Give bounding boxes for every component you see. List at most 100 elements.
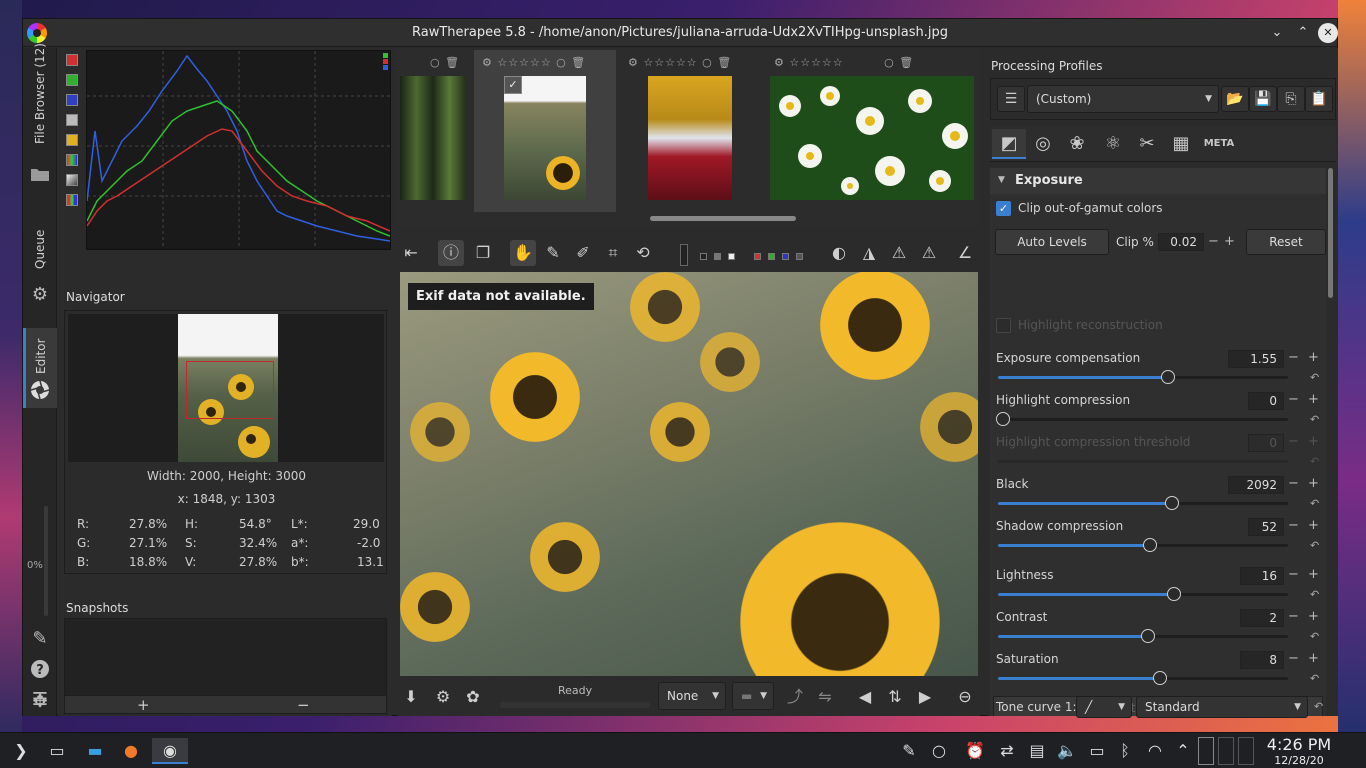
straighten-icon[interactable]: ⟲ — [630, 240, 656, 266]
saturation-slider[interactable] — [998, 671, 1288, 685]
color-picker-icon[interactable]: ✐ — [570, 240, 596, 266]
navigator-view[interactable] — [68, 314, 384, 462]
bar-display-toggle[interactable] — [66, 174, 78, 186]
white-balance-picker-icon[interactable]: ✎ — [540, 240, 566, 266]
remove-snapshot-button[interactable]: − — [297, 696, 310, 714]
folder-icon[interactable] — [29, 166, 51, 188]
tab-color-icon[interactable]: ❀ — [1060, 129, 1094, 159]
blue-channel-toggle[interactable] — [66, 94, 78, 106]
before-after-icon[interactable]: ❐ — [470, 240, 496, 266]
application-launcher-icon[interactable]: ❯ — [8, 738, 34, 764]
tab-transform-icon[interactable]: ✂ — [1130, 129, 1164, 159]
info-icon[interactable]: ⓘ — [438, 240, 464, 266]
zoom-out-icon[interactable]: ⊖ — [952, 684, 978, 710]
highlight-reconstruction-checkbox[interactable] — [996, 318, 1011, 333]
saturation-value[interactable]: 8 — [1240, 651, 1284, 669]
rawtherapee-task-icon[interactable]: ◉ — [152, 738, 188, 764]
raw-histogram-toggle[interactable] — [66, 154, 78, 166]
expand-tray-icon[interactable]: ⌃ — [1170, 738, 1196, 764]
profile-select[interactable]: None ▼ — [658, 682, 726, 710]
filmstrip-scrollbar[interactable] — [650, 216, 796, 221]
help-icon[interactable]: ? — [29, 659, 51, 681]
desktop-pager-2[interactable] — [1218, 737, 1234, 765]
tab-editor[interactable]: Editor — [23, 328, 57, 408]
thumbnail-1[interactable]: ○ 🗑 — [398, 50, 470, 212]
rotate-left-icon[interactable]: ⤴ — [782, 684, 808, 710]
minimize-button[interactable]: ⌄ — [1267, 23, 1287, 43]
red-channel-toggle[interactable] — [66, 54, 78, 66]
profile-list-icon[interactable]: ☰ — [997, 86, 1025, 112]
tone-curve-type-select[interactable]: ╱ ▼ — [1076, 696, 1132, 718]
reset-default-icon[interactable]: ↶ — [1310, 371, 1319, 384]
decrement-button[interactable]: − — [1288, 609, 1299, 624]
tab-queue[interactable]: Queue — [23, 203, 57, 273]
bluetooth-icon[interactable]: ᛒ — [1112, 738, 1138, 764]
clip-increment-button[interactable]: + — [1224, 234, 1235, 249]
highlight-compression-value[interactable]: 0 — [1248, 392, 1284, 410]
contrast-slider[interactable] — [998, 629, 1288, 643]
slider-knob[interactable] — [1143, 538, 1157, 552]
battery-icon[interactable]: ▭ — [1084, 738, 1110, 764]
increment-button[interactable]: + — [1308, 609, 1319, 624]
green-channel-toggle[interactable] — [66, 74, 78, 86]
rgb-bar-toggle[interactable] — [66, 194, 78, 206]
add-snapshot-button[interactable]: + — [137, 696, 150, 714]
increment-button[interactable]: + — [1308, 518, 1319, 533]
lightness-value[interactable]: 16 — [1240, 567, 1284, 585]
preview-mode-toggle[interactable] — [680, 244, 688, 266]
decrement-button[interactable]: − — [1288, 476, 1299, 491]
reset-default-icon[interactable]: ↶ — [1310, 539, 1319, 552]
send-to-queue-icon[interactable]: ⚙ — [430, 684, 456, 710]
clipboard-icon[interactable]: ▤ — [1024, 738, 1050, 764]
close-button[interactable]: ✕ — [1318, 23, 1338, 43]
increment-button[interactable]: + — [1308, 434, 1319, 449]
hide-filmstrip-icon[interactable]: ⇤ — [398, 240, 424, 266]
thumbnail-2-selected[interactable]: ⚙ ☆☆☆☆☆ ○ 🗑 ✓ — [474, 50, 616, 212]
shadow-compression-value[interactable]: 52 — [1248, 518, 1284, 536]
snapshots-list[interactable]: + − — [64, 618, 387, 714]
slider-knob[interactable] — [1167, 587, 1181, 601]
title-bar[interactable]: RawTherapee 5.8 - /home/anon/Pictures/ju… — [23, 19, 1338, 47]
desktop-pager-3[interactable] — [1238, 737, 1254, 765]
contrast-value[interactable]: 2 — [1240, 609, 1284, 627]
black-slider[interactable] — [998, 496, 1288, 510]
hand-tool-icon[interactable]: ✋ — [510, 240, 536, 266]
highlight-warning-icon[interactable]: ⚠ — [886, 240, 912, 266]
desktop-pager-1[interactable] — [1198, 737, 1214, 765]
image-preview[interactable]: Exif data not available. — [400, 272, 978, 676]
tab-exposure-icon[interactable]: ◩ — [992, 129, 1026, 159]
decrement-button[interactable]: − — [1288, 434, 1299, 449]
auto-levels-button[interactable]: Auto Levels — [995, 229, 1109, 255]
add-queue-icon[interactable]: ✎ — [29, 628, 51, 650]
exposure-header[interactable]: ▼ Exposure — [990, 168, 1326, 194]
thumbnail-rating[interactable]: ⚙ ☆☆☆☆☆ ○ 🗑 — [774, 56, 914, 69]
slider-knob[interactable] — [996, 412, 1010, 426]
exposure-compensation-slider[interactable] — [998, 370, 1288, 384]
thumbnail-controls[interactable]: ○ 🗑 — [430, 56, 460, 69]
reset-default-icon[interactable]: ↶ — [1310, 588, 1319, 601]
clip-percent-input[interactable]: 0.02 — [1158, 233, 1204, 251]
flip-icon[interactable]: ⇋ — [812, 684, 838, 710]
copy-profile-icon[interactable]: ⎘ — [1277, 86, 1305, 112]
open-profile-icon[interactable]: 📂 — [1221, 86, 1249, 112]
black-value[interactable]: 2092 — [1228, 476, 1284, 494]
slider-knob[interactable] — [1161, 370, 1175, 384]
tab-raw-icon[interactable]: ▦ — [1164, 129, 1198, 159]
crop-icon[interactable]: ⌗ — [600, 240, 626, 266]
preview-gray-toggle[interactable] — [714, 253, 721, 260]
preview-white-toggle[interactable] — [728, 253, 735, 260]
focus-mask-icon[interactable]: ◐ — [826, 240, 852, 266]
selection-checkbox[interactable]: ✓ — [504, 76, 522, 94]
channel-select[interactable]: ▬ ▼ — [732, 682, 774, 710]
tone-curve-mode-select[interactable]: Standard ▼ — [1136, 696, 1308, 718]
pen-icon[interactable]: ✎ — [896, 738, 922, 764]
shadow-warning-icon[interactable]: ⚠ — [916, 240, 942, 266]
profile-dropdown[interactable]: (Custom) ▼ — [1027, 85, 1219, 113]
reset-default-icon[interactable]: ↶ — [1310, 497, 1319, 510]
slider-knob[interactable] — [1153, 671, 1167, 685]
previous-image-icon[interactable]: ◀ — [852, 684, 878, 710]
file-manager-icon[interactable]: ▬ — [82, 738, 108, 764]
tab-file-browser[interactable]: File Browser (12) — [23, 43, 57, 148]
lightness-slider[interactable] — [998, 587, 1288, 601]
shadow-compression-slider[interactable] — [998, 538, 1288, 552]
